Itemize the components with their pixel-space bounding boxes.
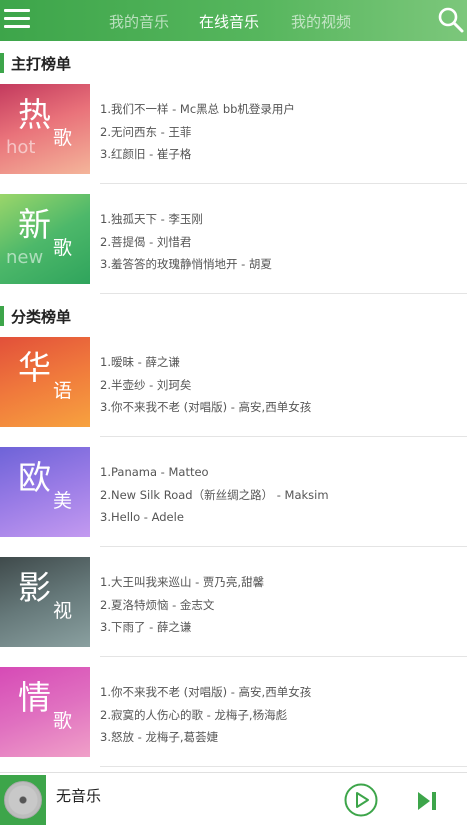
song-preview: 3.Hello - Adele bbox=[100, 510, 184, 524]
cover-en-text: new bbox=[6, 247, 44, 268]
cover-small-char: 歌 bbox=[53, 710, 73, 732]
chart-list-container[interactable]: 主打榜单 hot 热 歌 1.我们不一样 - Mc黑总 bb机登录用户 2.无问… bbox=[0, 41, 467, 772]
song-preview-list: 1.独孤天下 - 李玉刚 2.菩提偈 - 刘惜君 3.羞答答的玫瑰静悄悄地开 -… bbox=[100, 208, 272, 276]
divider bbox=[100, 293, 467, 294]
divider bbox=[100, 656, 467, 657]
song-preview: 2.菩提偈 - 刘惜君 bbox=[100, 234, 192, 249]
cover-small-char: 歌 bbox=[53, 237, 73, 259]
cover-en-text: hot bbox=[6, 137, 36, 158]
cover-big-char: 情 bbox=[18, 678, 51, 717]
song-preview: 2.寂寞的人伤心的歌 - 龙梅子,杨海彪 bbox=[100, 707, 288, 722]
song-preview: 3.你不来我不老 (对唱版) - 高安,西单女孩 bbox=[100, 400, 312, 414]
list-item-hot-songs[interactable]: hot 热 歌 1.我们不一样 - Mc黑总 bb机登录用户 2.无问西东 - … bbox=[0, 84, 467, 194]
cover-image-new: new 新 歌 bbox=[0, 194, 90, 284]
song-preview: 1.暧昧 - 薛之谦 bbox=[100, 355, 180, 369]
now-playing-title: 无音乐 bbox=[56, 787, 102, 805]
list-item-western[interactable]: 欧 美 1.Panama - Matteo 2.New Silk Road（新丝… bbox=[0, 447, 467, 557]
tab-my-videos[interactable]: 我的视频 bbox=[291, 11, 351, 32]
divider bbox=[100, 436, 467, 437]
disc-icon bbox=[4, 781, 42, 819]
song-preview: 3.红颜旧 - 崔子格 bbox=[100, 147, 192, 161]
cover-image-film-tv: 影 视 bbox=[0, 557, 90, 647]
cover-image-hot: hot 热 歌 bbox=[0, 84, 90, 174]
song-preview-list: 1.Panama - Matteo 2.New Silk Road（新丝绸之路）… bbox=[100, 461, 329, 529]
tab-my-music[interactable]: 我的音乐 bbox=[109, 11, 169, 32]
cover-image-chinese: 华 语 bbox=[0, 337, 90, 427]
song-preview: 1.你不来我不老 (对唱版) - 高安,西单女孩 bbox=[100, 685, 312, 699]
album-art[interactable] bbox=[0, 775, 46, 825]
cover-big-char: 华 bbox=[18, 348, 51, 387]
divider bbox=[100, 766, 467, 767]
cover-small-char: 歌 bbox=[53, 127, 73, 149]
skip-next-icon[interactable] bbox=[416, 791, 438, 811]
section-accent-bar bbox=[0, 306, 4, 326]
song-preview: 2.New Silk Road（新丝绸之路） - Maksim bbox=[100, 487, 329, 502]
song-preview-list: 1.大王叫我来巡山 - 贾乃亮,甜馨 2.夏洛特烦恼 - 金志文 3.下雨了 -… bbox=[100, 571, 264, 639]
section-header-featured: 主打榜单 bbox=[0, 51, 71, 75]
section-accent-bar bbox=[0, 53, 4, 73]
section-title: 分类榜单 bbox=[11, 307, 72, 326]
cover-small-char: 语 bbox=[53, 380, 73, 402]
song-preview: 1.我们不一样 - Mc黑总 bb机登录用户 bbox=[100, 102, 295, 116]
divider bbox=[100, 183, 467, 184]
cover-small-char: 视 bbox=[53, 600, 73, 622]
cover-big-char: 欧 bbox=[18, 458, 51, 497]
cover-big-char: 热 bbox=[18, 95, 51, 134]
play-circle-icon[interactable] bbox=[344, 783, 378, 817]
song-preview: 2.无问西东 - 王菲 bbox=[100, 124, 192, 139]
cover-big-char: 影 bbox=[18, 568, 51, 607]
list-item-film-tv[interactable]: 影 视 1.大王叫我来巡山 - 贾乃亮,甜馨 2.夏洛特烦恼 - 金志文 3.下… bbox=[0, 557, 467, 667]
song-preview-list: 1.暧昧 - 薛之谦 2.半壶纱 - 刘珂矣 3.你不来我不老 (对唱版) - … bbox=[100, 351, 311, 419]
song-preview-list: 1.我们不一样 - Mc黑总 bb机登录用户 2.无问西东 - 王菲 3.红颜旧… bbox=[100, 98, 295, 166]
song-preview: 2.夏洛特烦恼 - 金志文 bbox=[100, 597, 215, 612]
cover-image-western: 欧 美 bbox=[0, 447, 90, 537]
divider bbox=[100, 546, 467, 547]
song-preview: 2.半壶纱 - 刘珂矣 bbox=[100, 377, 192, 392]
cover-image-love: 情 歌 bbox=[0, 667, 90, 757]
search-icon[interactable] bbox=[437, 6, 465, 34]
tab-online-music[interactable]: 在线音乐 bbox=[199, 11, 259, 32]
list-item-new-songs[interactable]: new 新 歌 1.独孤天下 - 李玉刚 2.菩提偈 - 刘惜君 3.羞答答的玫… bbox=[0, 194, 467, 304]
song-preview-list: 1.你不来我不老 (对唱版) - 高安,西单女孩 2.寂寞的人伤心的歌 - 龙梅… bbox=[100, 681, 311, 749]
song-preview: 3.下雨了 - 薛之谦 bbox=[100, 620, 192, 634]
section-title: 主打榜单 bbox=[11, 54, 72, 73]
song-preview: 1.Panama - Matteo bbox=[100, 465, 209, 479]
cover-small-char: 美 bbox=[53, 490, 73, 512]
list-item-love-songs[interactable]: 情 歌 1.你不来我不老 (对唱版) - 高安,西单女孩 2.寂寞的人伤心的歌 … bbox=[0, 667, 467, 772]
top-app-bar: 我的音乐 在线音乐 我的视频 bbox=[0, 0, 467, 41]
list-item-chinese[interactable]: 华 语 1.暧昧 - 薛之谦 2.半壶纱 - 刘珂矣 3.你不来我不老 (对唱版… bbox=[0, 337, 467, 447]
song-preview: 1.大王叫我来巡山 - 贾乃亮,甜馨 bbox=[100, 575, 265, 589]
song-preview: 3.怒放 - 龙梅子,葛荟婕 bbox=[100, 730, 219, 744]
section-header-categories: 分类榜单 bbox=[0, 304, 71, 328]
song-preview: 3.羞答答的玫瑰静悄悄地开 - 胡夏 bbox=[100, 257, 272, 271]
song-preview: 1.独孤天下 - 李玉刚 bbox=[100, 212, 203, 226]
mini-player-bar[interactable]: 无音乐 bbox=[0, 772, 467, 826]
cover-big-char: 新 bbox=[18, 205, 51, 244]
menu-icon[interactable] bbox=[4, 9, 30, 31]
